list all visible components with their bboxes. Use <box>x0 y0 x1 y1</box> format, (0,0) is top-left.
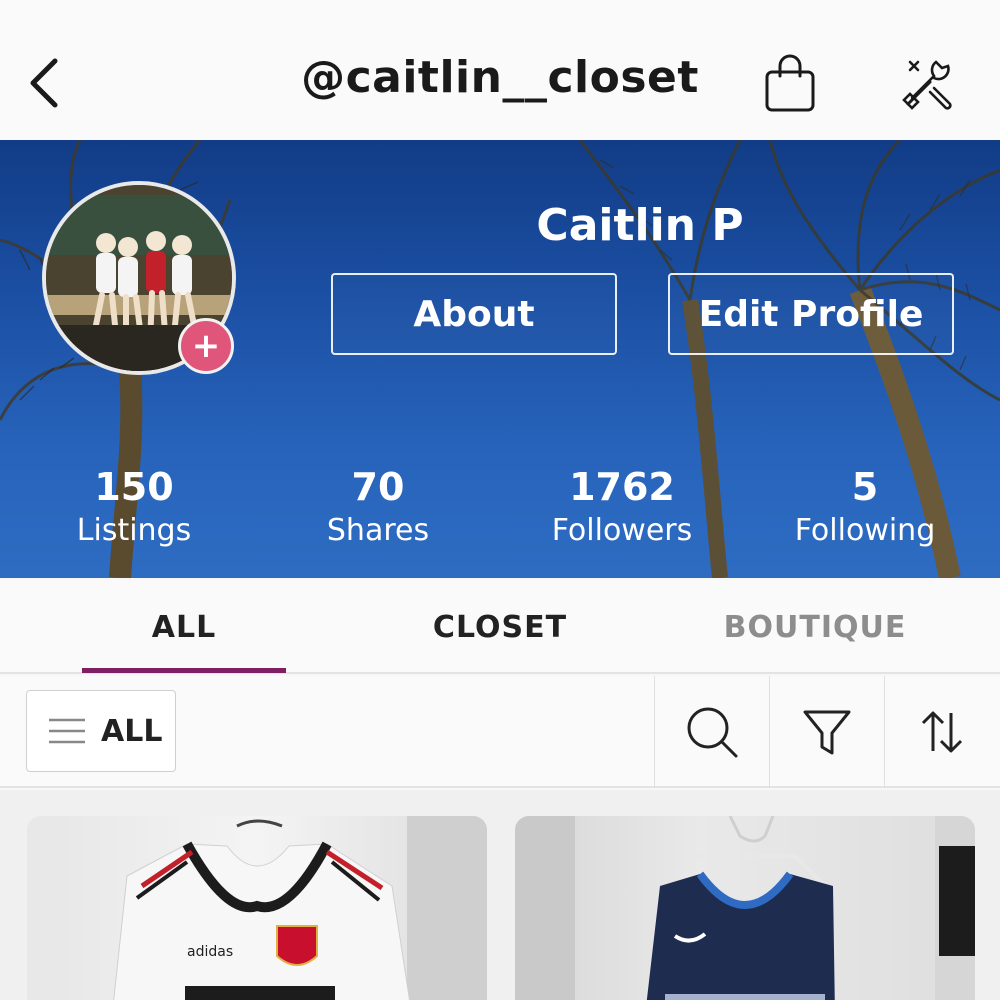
display-name: Caitlin P <box>536 200 744 251</box>
stat-listings[interactable]: 150 Listings <box>34 465 234 548</box>
filter-bar: ALL <box>0 676 1000 788</box>
chevron-left-icon <box>30 58 58 108</box>
stat-followers[interactable]: 1762 Followers <box>522 465 722 548</box>
stat-value: 150 <box>94 465 174 509</box>
search-button[interactable] <box>654 676 768 788</box>
closet-tabs: ALL CLOSET BOUTIQUE <box>0 580 1000 674</box>
profile-handle: @caitlin__closet <box>301 52 699 103</box>
filter-icon <box>803 710 850 755</box>
stat-shares[interactable]: 70 Shares <box>278 465 478 548</box>
stat-following[interactable]: 5 Following <box>765 465 965 548</box>
back-button[interactable] <box>20 48 70 118</box>
about-button[interactable]: About <box>331 273 617 355</box>
add-avatar-button[interactable]: + <box>178 318 234 374</box>
stat-value: 70 <box>351 465 405 509</box>
stat-label: Following <box>794 513 936 548</box>
tab-boutique[interactable]: BOUTIQUE <box>700 610 930 645</box>
listing-photo-jersey-white: adidas <box>27 816 487 1000</box>
stat-value: 1762 <box>569 465 675 509</box>
listing-card[interactable]: adidas <box>27 816 487 1000</box>
edit-profile-button[interactable]: Edit Profile <box>668 273 954 355</box>
active-tab-indicator <box>82 668 286 673</box>
stat-value: 5 <box>851 465 879 509</box>
category-label: ALL <box>101 713 163 749</box>
sort-icon <box>921 711 962 753</box>
svg-text:adidas: adidas <box>187 944 233 960</box>
listing-card[interactable] <box>515 816 975 1000</box>
profile-cover-banner: + Caitlin P About Edit Profile 150 Listi… <box>0 140 1000 578</box>
menu-icon <box>49 718 85 744</box>
tab-all[interactable]: ALL <box>82 610 286 645</box>
listing-photo-jersey-navy <box>515 816 975 1000</box>
closet-settings-button[interactable] <box>896 48 962 118</box>
search-icon <box>687 707 737 758</box>
shopping-bag-icon <box>765 54 815 112</box>
sort-button[interactable] <box>884 676 998 788</box>
tools-icon <box>902 60 952 110</box>
shopping-bag-button[interactable] <box>758 48 822 118</box>
listing-grid: adidas <box>0 790 1000 1000</box>
filter-button[interactable] <box>769 676 883 788</box>
stat-label: Shares <box>326 513 430 548</box>
tab-closet[interactable]: CLOSET <box>400 610 600 645</box>
stat-label: Followers <box>551 513 693 548</box>
category-menu-button[interactable]: ALL <box>26 690 176 772</box>
top-nav-bar: @caitlin__closet <box>0 0 1000 140</box>
stat-label: Listings <box>76 513 192 548</box>
